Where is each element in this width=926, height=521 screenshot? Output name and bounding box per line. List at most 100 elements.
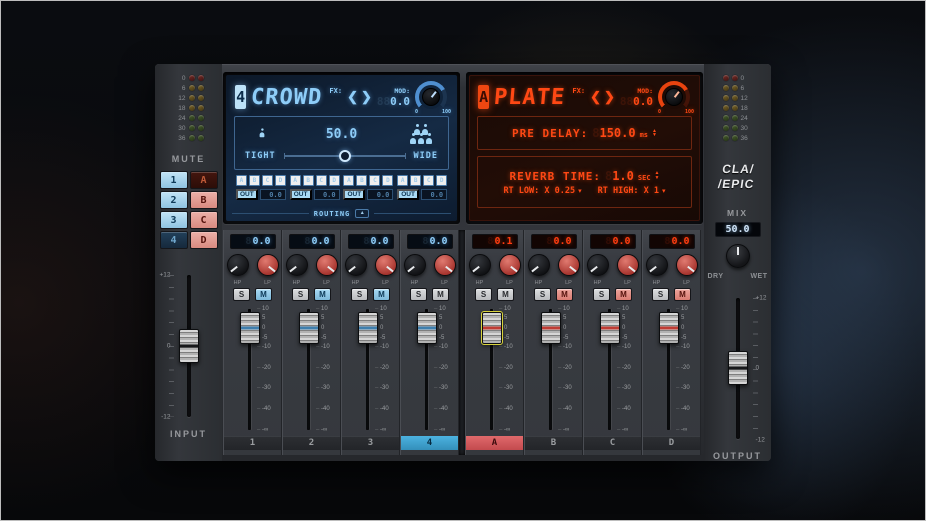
hp-filter-knob[interactable] xyxy=(469,254,491,276)
channel-tab[interactable]: A xyxy=(466,436,523,450)
mute-button[interactable]: M xyxy=(255,288,272,301)
routing-out-button[interactable]: OUT xyxy=(397,189,419,200)
routing-dest-D-button[interactable]: D xyxy=(329,175,340,186)
routing-dest-A-button[interactable]: A xyxy=(290,175,301,186)
fader-handle[interactable] xyxy=(240,312,260,344)
mod-value[interactable]: 880.0 xyxy=(620,95,653,108)
reverb-time-value[interactable]: 81.0 xyxy=(605,169,634,183)
width-slider[interactable] xyxy=(284,149,406,163)
channel-tab[interactable]: 2 xyxy=(283,436,340,450)
mute-button[interactable]: M xyxy=(497,288,514,301)
channel-tab[interactable]: 3 xyxy=(342,436,399,450)
hp-filter-knob[interactable] xyxy=(528,254,550,276)
mute-button[interactable]: M xyxy=(314,288,331,301)
solo-button[interactable]: S xyxy=(593,288,610,301)
mute-button[interactable]: M xyxy=(556,288,573,301)
routing-dest-B-button[interactable]: B xyxy=(356,175,367,186)
mute-channel-1-button[interactable]: 1 xyxy=(160,171,188,189)
routing-out-button[interactable]: OUT xyxy=(236,189,258,200)
channel-tab[interactable]: 4 xyxy=(401,436,458,450)
channel-tab[interactable]: D xyxy=(643,436,700,450)
mute-channel-C-button[interactable]: C xyxy=(190,211,218,229)
routing-dest-D-button[interactable]: D xyxy=(436,175,447,186)
mod-knob[interactable] xyxy=(665,88,683,106)
fx-next-icon[interactable]: ❯ xyxy=(361,89,372,105)
solo-button[interactable]: S xyxy=(534,288,551,301)
fader-handle[interactable] xyxy=(482,312,502,344)
lp-filter-knob[interactable] xyxy=(316,254,338,276)
routing-out-button[interactable]: OUT xyxy=(343,189,365,200)
mute-button[interactable]: M xyxy=(373,288,390,301)
solo-button[interactable]: S xyxy=(475,288,492,301)
mute-button[interactable]: M xyxy=(615,288,632,301)
channel-level-display[interactable]: 80.0 xyxy=(590,234,636,249)
channel-level-display[interactable]: 80.0 xyxy=(531,234,577,249)
lp-filter-knob[interactable] xyxy=(676,254,698,276)
lp-filter-knob[interactable] xyxy=(375,254,397,276)
channel-level-display[interactable]: 80.1 xyxy=(472,234,518,249)
fader-handle[interactable] xyxy=(600,312,620,344)
solo-button[interactable]: S xyxy=(292,288,309,301)
fader-handle[interactable] xyxy=(541,312,561,344)
channel-tab[interactable]: 1 xyxy=(224,436,281,450)
routing-dest-C-button[interactable]: C xyxy=(369,175,380,186)
routing-dest-D-button[interactable]: D xyxy=(382,175,393,186)
fx-next-icon[interactable]: ❯ xyxy=(604,89,615,105)
lp-filter-knob[interactable] xyxy=(257,254,279,276)
routing-out-value[interactable]: 0.0 xyxy=(421,189,447,200)
channel-4-chip[interactable]: 4 xyxy=(235,85,246,109)
channel-level-display[interactable]: 80.0 xyxy=(649,234,695,249)
rt-high-dropdown[interactable]: RT HIGH: X 1 ▾ xyxy=(598,186,666,196)
routing-dest-A-button[interactable]: A xyxy=(397,175,408,186)
routing-dest-D-button[interactable]: D xyxy=(275,175,286,186)
routing-collapse-button[interactable]: ▴ xyxy=(355,209,369,218)
fader-handle[interactable] xyxy=(358,312,378,344)
reverb-time-stepper-icon[interactable]: ▲▼ xyxy=(655,171,660,180)
fader-handle[interactable] xyxy=(417,312,437,344)
hp-filter-knob[interactable] xyxy=(286,254,308,276)
channel-level-display[interactable]: 80.0 xyxy=(407,234,453,249)
fader-handle[interactable] xyxy=(659,312,679,344)
routing-out-value[interactable]: 0.0 xyxy=(260,189,286,200)
lp-filter-knob[interactable] xyxy=(558,254,580,276)
mute-channel-B-button[interactable]: B xyxy=(190,191,218,209)
input-fader-handle[interactable] xyxy=(179,329,199,363)
channel-tab[interactable]: B xyxy=(525,436,582,450)
fader-handle[interactable] xyxy=(299,312,319,344)
routing-dest-C-button[interactable]: C xyxy=(423,175,434,186)
mute-button[interactable]: M xyxy=(674,288,691,301)
routing-out-value[interactable]: 0.0 xyxy=(367,189,393,200)
routing-dest-B-button[interactable]: B xyxy=(410,175,421,186)
routing-dest-C-button[interactable]: C xyxy=(316,175,327,186)
fx-prev-icon[interactable]: ❮ xyxy=(347,89,358,105)
width-slider-handle[interactable] xyxy=(339,150,351,162)
solo-button[interactable]: S xyxy=(351,288,368,301)
mute-channel-3-button[interactable]: 3 xyxy=(160,211,188,229)
mix-value-display[interactable]: 50.0 xyxy=(715,222,761,237)
channel-tab[interactable]: C xyxy=(584,436,641,450)
routing-out-button[interactable]: OUT xyxy=(290,189,312,200)
pre-delay-value[interactable]: 8150.0 xyxy=(592,126,635,140)
lp-filter-knob[interactable] xyxy=(434,254,456,276)
dry-wet-knob[interactable] xyxy=(726,244,750,268)
channel-level-display[interactable]: 80.0 xyxy=(348,234,394,249)
routing-dest-A-button[interactable]: A xyxy=(343,175,354,186)
mod-knob[interactable] xyxy=(422,88,440,106)
fx-prev-icon[interactable]: ❮ xyxy=(590,89,601,105)
routing-dest-C-button[interactable]: C xyxy=(262,175,273,186)
output-fader-handle[interactable] xyxy=(728,351,748,385)
solo-button[interactable]: S xyxy=(233,288,250,301)
hp-filter-knob[interactable] xyxy=(345,254,367,276)
width-value[interactable]: 50.0 xyxy=(279,127,404,142)
mute-channel-4-button[interactable]: 4 xyxy=(160,231,188,249)
hp-filter-knob[interactable] xyxy=(227,254,249,276)
solo-button[interactable]: S xyxy=(410,288,427,301)
hp-filter-knob[interactable] xyxy=(646,254,668,276)
lp-filter-knob[interactable] xyxy=(499,254,521,276)
lp-filter-knob[interactable] xyxy=(617,254,639,276)
routing-out-value[interactable]: 0.0 xyxy=(314,189,340,200)
channel-level-display[interactable]: 80.0 xyxy=(289,234,335,249)
routing-dest-B-button[interactable]: B xyxy=(303,175,314,186)
mute-channel-2-button[interactable]: 2 xyxy=(160,191,188,209)
hp-filter-knob[interactable] xyxy=(404,254,426,276)
